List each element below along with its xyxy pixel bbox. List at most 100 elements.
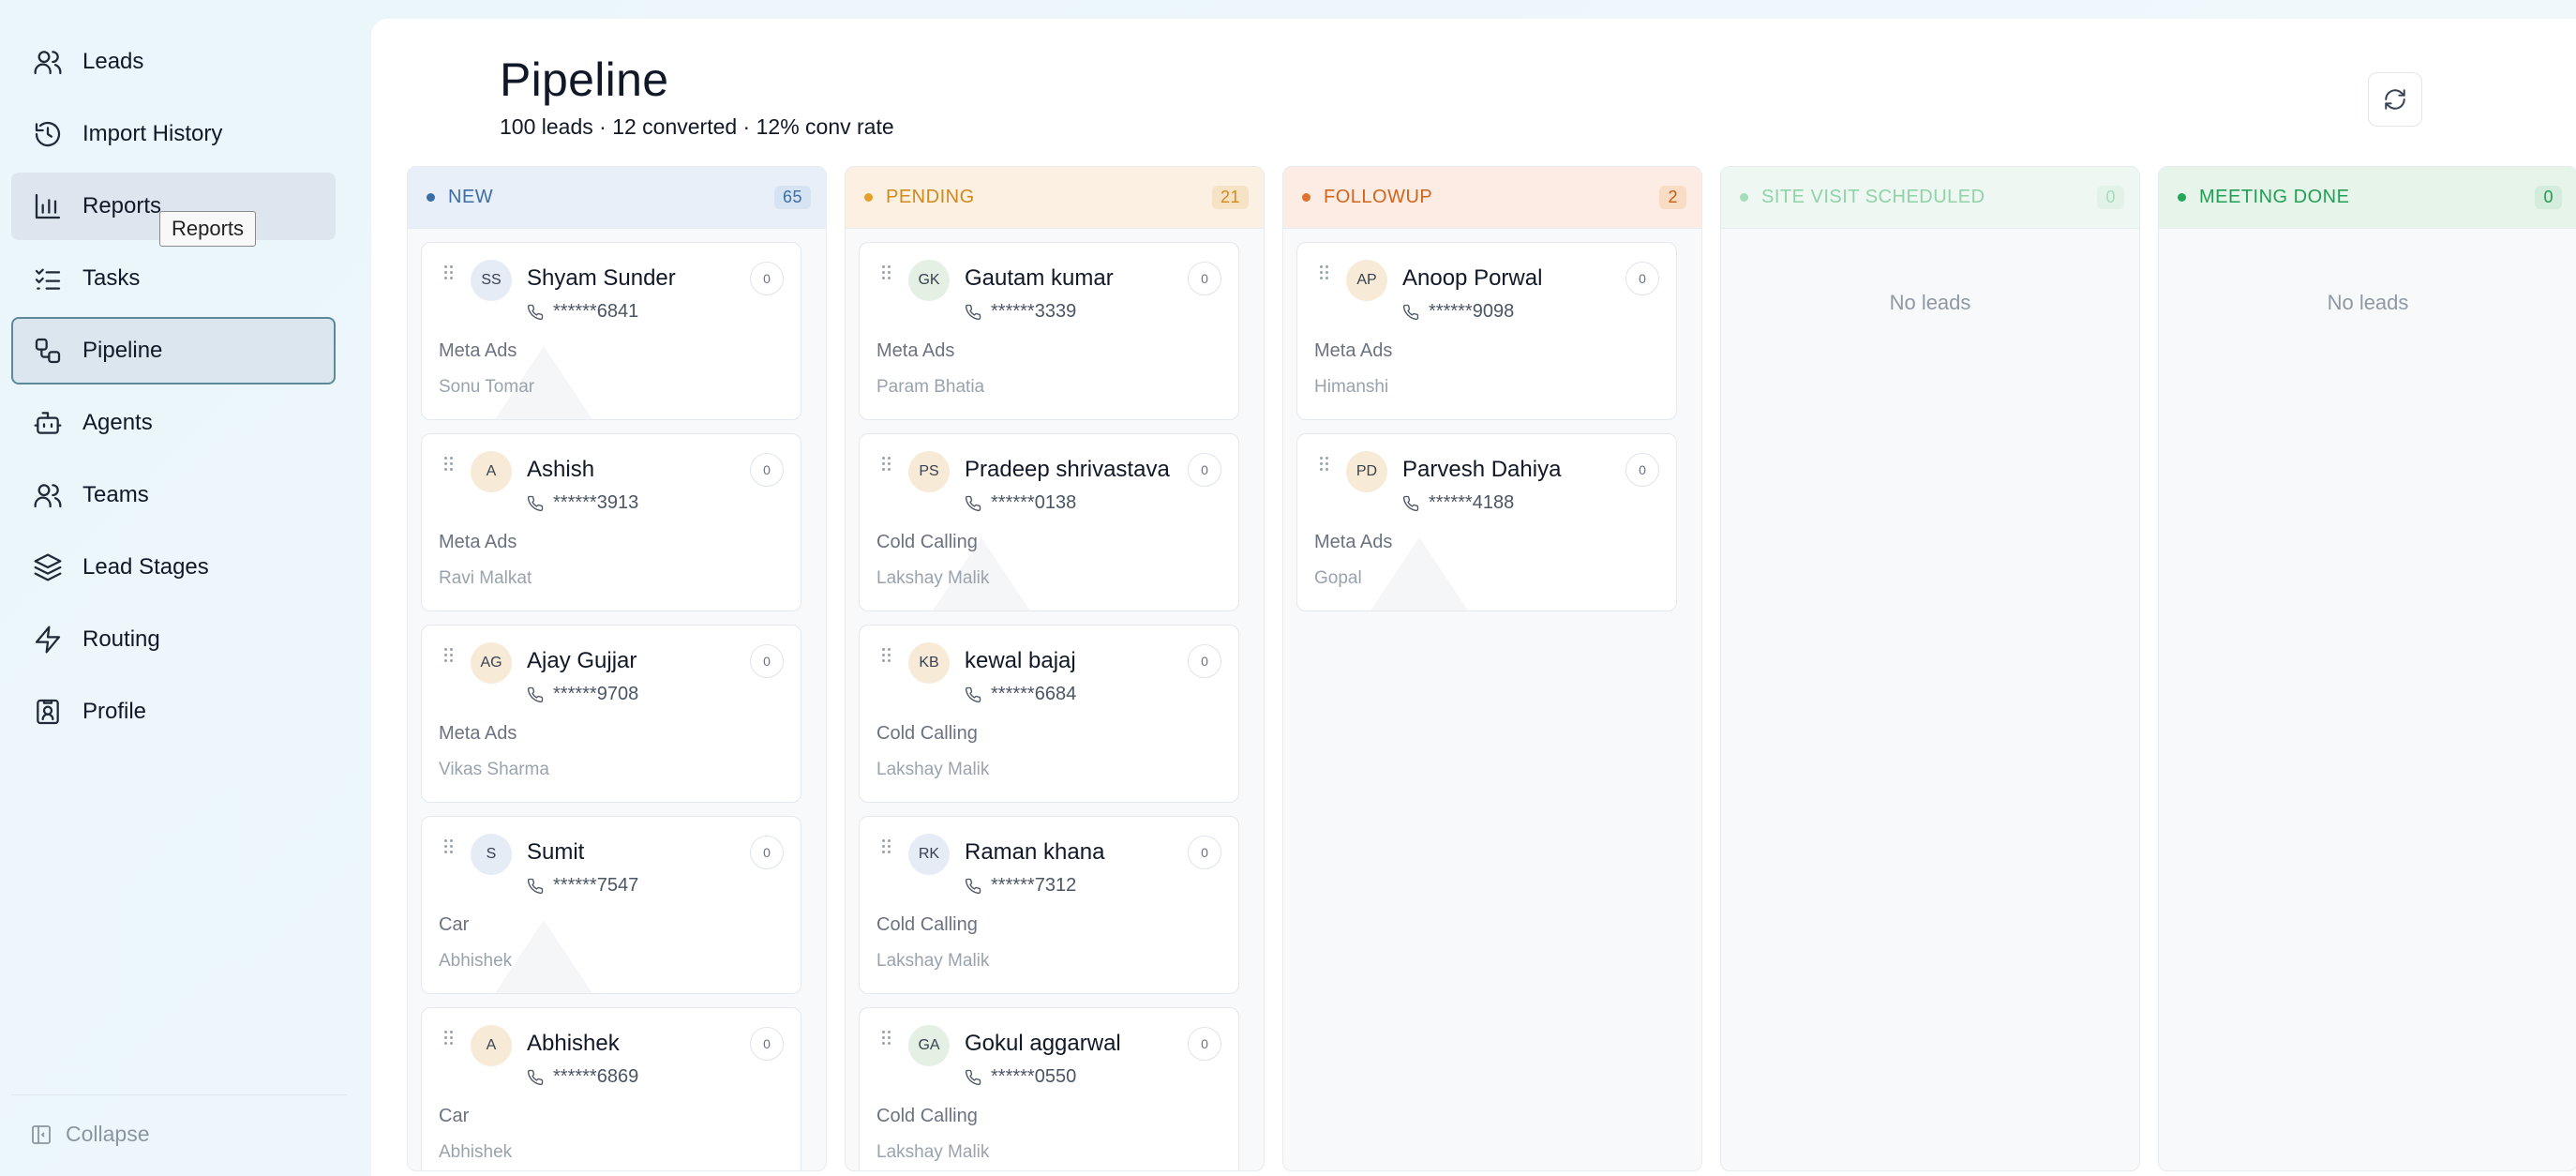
phone-icon bbox=[1402, 495, 1419, 511]
lead-card[interactable]: PD Parvesh Dahiya ******4188 0 Meta Ads … bbox=[1296, 433, 1677, 611]
lead-card[interactable]: AG Ajay Gujjar ******9708 0 Meta Ads Vik… bbox=[421, 625, 801, 803]
lead-name: Parvesh Dahiya bbox=[1402, 457, 1562, 482]
phone-number: ******6869 bbox=[553, 1066, 639, 1087]
drag-handle-icon[interactable] bbox=[1320, 457, 1331, 474]
sidebar: Leads Import History Reports Tasks Pipel… bbox=[0, 0, 356, 1176]
avatar: PD bbox=[1346, 451, 1387, 492]
lead-card[interactable]: RK Raman khana ******7312 0 Cold Calling… bbox=[859, 816, 1239, 994]
lead-card[interactable]: AP Anoop Porwal ******9098 0 Meta Ads Hi… bbox=[1296, 242, 1677, 420]
phone-number: ******7547 bbox=[553, 875, 639, 896]
sidebar-item-label: Tasks bbox=[82, 265, 141, 291]
status-dot bbox=[864, 193, 873, 202]
sidebar-item-import-history[interactable]: Import History bbox=[11, 100, 336, 168]
lead-name: kewal bajaj bbox=[965, 648, 1076, 673]
column-followup: FOLLOWUP 2 AP Anoop Porwal ******9098 0 … bbox=[1282, 166, 1702, 1171]
lead-card[interactable]: PS Pradeep shrivastava ******0138 0 Cold… bbox=[859, 433, 1239, 611]
refresh-button[interactable] bbox=[2368, 72, 2422, 127]
lead-card[interactable]: GK Gautam kumar ******3339 0 Meta Ads Pa… bbox=[859, 242, 1239, 420]
avatar: PS bbox=[908, 451, 950, 492]
lead-name: Pradeep shrivastava bbox=[965, 457, 1170, 482]
kanban-board: NEW 65 SS Shyam Sunder ******6841 0 Meta… bbox=[407, 166, 2576, 1176]
sidebar-item-leads[interactable]: Leads bbox=[11, 28, 336, 96]
sidebar-item-label: Routing bbox=[82, 626, 160, 652]
bar-chart-icon bbox=[32, 190, 64, 222]
drag-handle-icon[interactable] bbox=[444, 1031, 456, 1048]
phone-number: ******3913 bbox=[553, 492, 639, 513]
lead-source: Meta Ads bbox=[439, 532, 517, 552]
lead-phone: ******9708 bbox=[527, 684, 638, 705]
lead-card[interactable]: A Ashish ******3913 0 Meta Ads Ravi Malk… bbox=[421, 433, 801, 611]
collapse-button[interactable]: Collapse bbox=[30, 1122, 150, 1147]
lead-phone: ******4188 bbox=[1402, 492, 1514, 514]
phone-number: ******7312 bbox=[991, 875, 1077, 896]
assigned-agent: Abhishek bbox=[439, 951, 513, 971]
status-dot bbox=[1302, 193, 1310, 202]
column-count-badge: 21 bbox=[1211, 186, 1249, 209]
lead-card[interactable]: GA Gokul aggarwal ******0550 0 Cold Call… bbox=[859, 1007, 1239, 1170]
sidebar-item-lead-stages[interactable]: Lead Stages bbox=[11, 534, 336, 601]
sidebar-item-label: Lead Stages bbox=[82, 554, 209, 580]
assigned-agent: Lakshay Malik bbox=[876, 568, 990, 588]
status-dot bbox=[427, 193, 435, 202]
avatar: SS bbox=[471, 260, 512, 301]
lead-card[interactable]: KB kewal bajaj ******6684 0 Cold Calling… bbox=[859, 625, 1239, 803]
avatar: KB bbox=[908, 642, 950, 684]
phone-icon bbox=[527, 1069, 544, 1085]
sidebar-item-routing[interactable]: Routing bbox=[11, 606, 336, 673]
phone-number: ******9708 bbox=[553, 684, 639, 704]
phone-icon bbox=[1402, 304, 1419, 320]
lead-card[interactable]: SS Shyam Sunder ******6841 0 Meta Ads So… bbox=[421, 242, 801, 420]
drag-handle-icon[interactable] bbox=[444, 457, 456, 474]
phone-icon bbox=[527, 304, 544, 320]
sidebar-item-pipeline[interactable]: Pipeline bbox=[11, 317, 336, 384]
activity-count-badge: 0 bbox=[750, 453, 784, 487]
avatar: AP bbox=[1346, 260, 1387, 301]
column-meeting-done: MEETING DONE 0 No leads bbox=[2158, 166, 2576, 1171]
checklist-icon bbox=[32, 263, 64, 294]
assigned-agent: Abhishek bbox=[439, 1142, 513, 1162]
sidebar-item-agents[interactable]: Agents bbox=[11, 389, 336, 457]
lead-source: Cold Calling bbox=[876, 723, 978, 744]
refresh-icon bbox=[2385, 89, 2405, 110]
drag-handle-icon[interactable] bbox=[882, 839, 893, 856]
lead-phone: ******3339 bbox=[965, 301, 1076, 323]
drag-handle-icon[interactable] bbox=[444, 648, 456, 665]
drag-handle-icon[interactable] bbox=[444, 839, 456, 856]
column-title: MEETING DONE bbox=[2199, 187, 2350, 207]
phone-icon bbox=[965, 686, 981, 702]
activity-count-badge: 0 bbox=[1188, 1027, 1221, 1061]
page-title: Pipeline bbox=[500, 53, 669, 106]
lead-name: Ajay Gujjar bbox=[527, 648, 637, 673]
sidebar-item-profile[interactable]: Profile bbox=[11, 678, 336, 746]
lead-phone: ******6684 bbox=[965, 684, 1076, 705]
lead-name: Raman khana bbox=[965, 839, 1105, 865]
phone-number: ******3339 bbox=[991, 301, 1077, 322]
panel-collapse-icon bbox=[32, 1124, 51, 1144]
sidebar-item-teams[interactable]: Teams bbox=[11, 461, 336, 529]
phone-number: ******0550 bbox=[991, 1066, 1077, 1087]
lead-card[interactable]: S Sumit ******7547 0 Car Abhishek bbox=[421, 816, 801, 994]
column-header: FOLLOWUP 2 bbox=[1283, 167, 1701, 229]
drag-handle-icon[interactable] bbox=[882, 265, 893, 282]
column-count-badge: 0 bbox=[2097, 186, 2124, 209]
lead-card[interactable]: A Abhishek ******6869 0 Car Abhishek bbox=[421, 1007, 801, 1170]
phone-number: ******0138 bbox=[991, 492, 1077, 513]
team-icon bbox=[32, 479, 64, 511]
drag-handle-icon[interactable] bbox=[444, 265, 456, 282]
status-dot bbox=[1740, 193, 1748, 202]
drag-handle-icon[interactable] bbox=[882, 648, 893, 665]
sidebar-item-tasks[interactable]: Tasks bbox=[11, 245, 336, 312]
lead-source: Meta Ads bbox=[1314, 532, 1393, 552]
column-title: PENDING bbox=[886, 187, 975, 207]
lead-source: Car bbox=[439, 914, 470, 935]
column-title: FOLLOWUP bbox=[1324, 187, 1433, 207]
phone-icon bbox=[965, 878, 981, 894]
drag-handle-icon[interactable] bbox=[882, 457, 893, 474]
drag-handle-icon[interactable] bbox=[1320, 265, 1331, 282]
lead-source: Meta Ads bbox=[876, 340, 955, 361]
drag-handle-icon[interactable] bbox=[882, 1031, 893, 1048]
lead-name: Ashish bbox=[527, 457, 595, 482]
lead-name: Shyam Sunder bbox=[527, 265, 676, 291]
lead-phone: ******7312 bbox=[965, 875, 1076, 897]
lead-name: Abhishek bbox=[527, 1031, 620, 1056]
